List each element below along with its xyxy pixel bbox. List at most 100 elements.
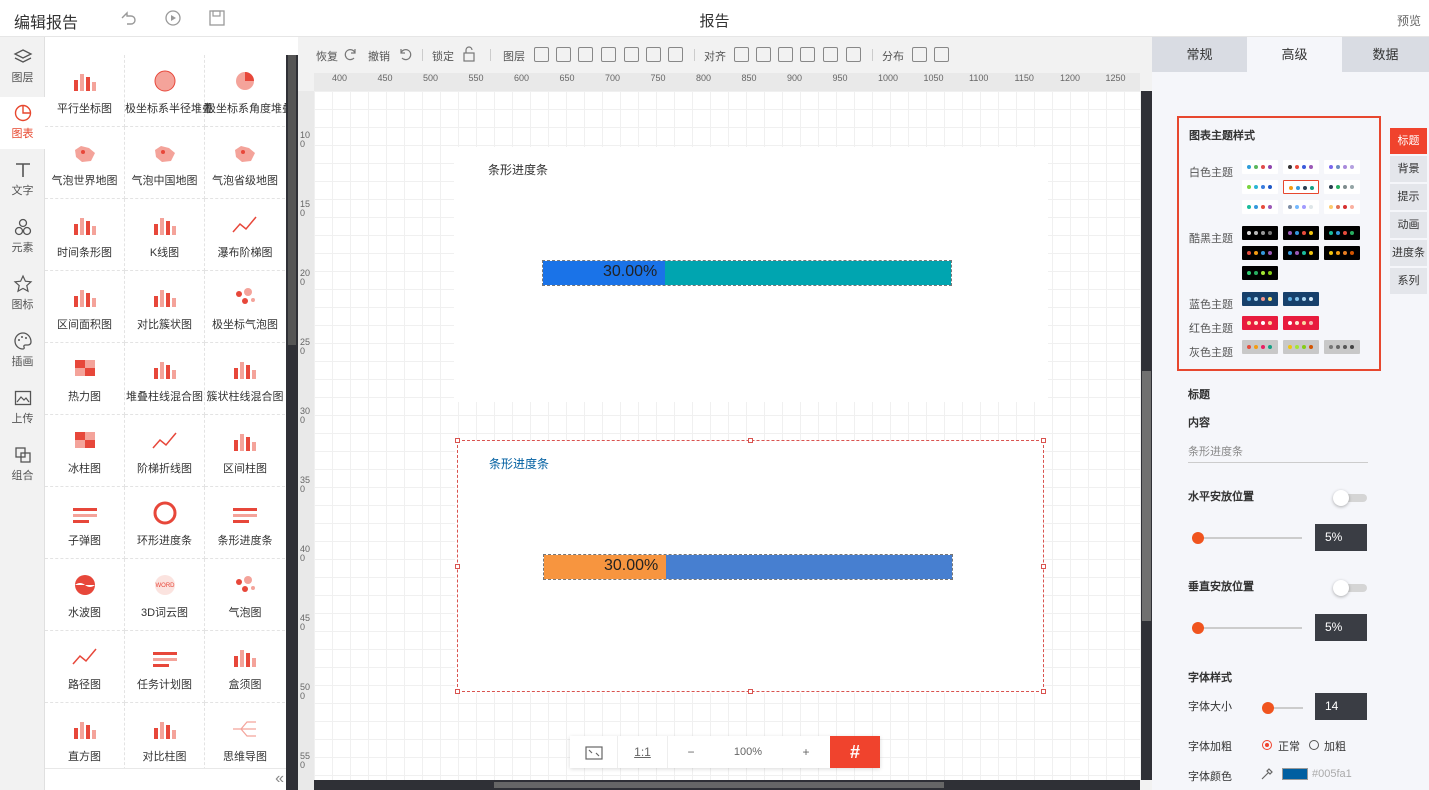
play-icon[interactable] <box>164 9 182 27</box>
chart-type-item[interactable]: 水波图 <box>45 559 125 631</box>
progress-bar-chart-1[interactable]: 条形进度条 30.00% <box>454 147 1048 402</box>
resize-handle[interactable] <box>1041 564 1046 569</box>
resize-handle[interactable] <box>748 689 753 694</box>
vertical-position-slider[interactable] <box>1192 622 1302 634</box>
theme-swatch[interactable] <box>1283 200 1319 214</box>
theme-swatch[interactable] <box>1283 292 1319 306</box>
actual-size-button[interactable]: 1:1 <box>618 736 668 768</box>
theme-swatch[interactable] <box>1324 226 1360 240</box>
eyedropper-icon[interactable] <box>1260 767 1274 781</box>
theme-swatch[interactable] <box>1324 160 1360 174</box>
slider-knob[interactable] <box>1262 702 1274 714</box>
theme-swatch[interactable] <box>1283 340 1319 354</box>
theme-swatch[interactable] <box>1242 160 1278 174</box>
align-bottom-icon[interactable] <box>846 47 861 62</box>
tag-series[interactable]: 系列 <box>1390 268 1427 294</box>
tag-tooltip[interactable]: 提示 <box>1390 184 1427 210</box>
canvas-vertical-scrollbar[interactable] <box>1141 91 1152 780</box>
align-right-icon[interactable] <box>778 47 793 62</box>
chart-type-item[interactable]: 阶梯折线图 <box>125 415 205 487</box>
chart-type-item[interactable]: 任务计划图 <box>125 631 205 703</box>
bring-forward-icon[interactable] <box>556 47 571 62</box>
nav-elements[interactable]: 元素 <box>0 211 45 263</box>
resize-handle[interactable] <box>1041 689 1046 694</box>
chart-type-item[interactable]: 气泡图 <box>205 559 285 631</box>
chart-type-item[interactable]: 思维导图 <box>205 703 285 775</box>
align-middle-icon[interactable] <box>823 47 838 62</box>
vertical-position-toggle[interactable] <box>1333 580 1367 596</box>
zoom-in-button[interactable]: + <box>782 736 830 768</box>
report-canvas[interactable]: 条形进度条 30.00% 条形进度条 30.00% 1:1 − 100% + # <box>314 91 1140 780</box>
tab-general[interactable]: 常规 <box>1152 37 1247 72</box>
chart-type-item[interactable]: 气泡世界地图 <box>45 127 125 199</box>
collapse-panel-icon[interactable]: « <box>275 770 284 788</box>
tab-data[interactable]: 数据 <box>1342 37 1429 72</box>
preview-button[interactable]: 预览 <box>1397 12 1421 29</box>
tag-progress-bar[interactable]: 进度条 <box>1390 240 1427 266</box>
weight-bold-radio[interactable] <box>1309 740 1319 750</box>
horizontal-position-value[interactable]: 5% <box>1315 524 1367 551</box>
undo-icon[interactable] <box>119 9 137 27</box>
undo-toolbar-icon[interactable] <box>398 47 412 61</box>
chart-type-item[interactable]: 平行坐标图 <box>45 55 125 127</box>
chart-type-item[interactable]: 气泡省级地图 <box>205 127 285 199</box>
vertical-position-value[interactable]: 5% <box>1315 614 1367 641</box>
theme-swatch[interactable] <box>1242 292 1278 306</box>
chart-type-item[interactable]: 极坐标系角度堆叠 <box>205 55 286 127</box>
weight-normal-radio[interactable] <box>1262 740 1272 750</box>
chart-type-item[interactable]: 环形进度条 <box>125 487 205 559</box>
chart-type-item[interactable]: 极坐标系半径堆叠 <box>125 55 213 127</box>
chart-type-item[interactable]: 盒须图 <box>205 631 285 703</box>
chart-type-item[interactable]: 路径图 <box>45 631 125 703</box>
chart-type-item[interactable]: 直方图 <box>45 703 125 775</box>
slider-knob[interactable] <box>1192 532 1204 544</box>
theme-swatch[interactable] <box>1242 340 1278 354</box>
tag-background[interactable]: 背景 <box>1390 156 1427 182</box>
align-top-icon[interactable] <box>800 47 815 62</box>
theme-swatch[interactable] <box>1283 160 1319 174</box>
font-color-swatch[interactable] <box>1282 768 1308 780</box>
chart-type-item[interactable]: 对比簇状图 <box>125 271 205 343</box>
tag-animation[interactable]: 动画 <box>1390 212 1427 238</box>
theme-swatch[interactable] <box>1242 200 1278 214</box>
chart-type-item[interactable]: 堆叠柱线混合图 <box>125 343 205 415</box>
nav-illustrations[interactable]: 插画 <box>0 325 45 377</box>
nav-icons[interactable]: 图标 <box>0 268 45 320</box>
chart-type-item[interactable]: WORD 3D词云图 <box>125 559 205 631</box>
resize-handle[interactable] <box>1041 438 1046 443</box>
align-left-icon[interactable] <box>734 47 749 62</box>
chart-type-item[interactable]: 簇状柱线混合图 <box>205 343 285 415</box>
canvas-horizontal-scrollbar[interactable] <box>314 780 1140 790</box>
chart-type-item[interactable]: 气泡中国地图 <box>125 127 205 199</box>
chart-type-item[interactable]: K线图 <box>125 199 205 271</box>
nav-layers[interactable]: 图层 <box>0 41 45 93</box>
theme-swatch[interactable] <box>1283 226 1319 240</box>
delete-icon[interactable] <box>646 47 661 62</box>
zoom-out-button[interactable]: − <box>668 736 714 768</box>
distribute-vertical-icon[interactable] <box>934 47 949 62</box>
horizontal-position-toggle[interactable] <box>1333 490 1367 506</box>
layer-group-icon[interactable] <box>534 47 549 62</box>
font-color-value[interactable]: #005fa1 <box>1312 768 1352 780</box>
resize-handle[interactable] <box>455 564 460 569</box>
lock-icon[interactable] <box>462 46 476 62</box>
nav-charts[interactable]: 图表 <box>0 97 45 149</box>
theme-swatch[interactable] <box>1324 340 1360 354</box>
copy-icon[interactable] <box>668 47 683 62</box>
save-icon[interactable] <box>208 9 226 27</box>
chart-type-item[interactable]: 对比柱图 <box>125 703 205 775</box>
chart-type-item[interactable]: 区间柱图 <box>205 415 285 487</box>
slider-knob[interactable] <box>1192 622 1204 634</box>
theme-swatch[interactable] <box>1283 246 1319 260</box>
resize-handle[interactable] <box>748 438 753 443</box>
nav-group[interactable]: 组合 <box>0 439 45 491</box>
theme-swatch[interactable] <box>1242 316 1278 330</box>
nav-text[interactable]: 文字 <box>0 154 45 206</box>
theme-swatch[interactable] <box>1242 246 1278 260</box>
horizontal-position-slider[interactable] <box>1192 532 1302 544</box>
chart-type-item[interactable]: 子弹图 <box>45 487 125 559</box>
panel-scrollbar-thumb[interactable] <box>288 55 296 345</box>
theme-swatch[interactable] <box>1324 180 1360 194</box>
distribute-horizontal-icon[interactable] <box>912 47 927 62</box>
theme-swatch[interactable] <box>1242 180 1278 194</box>
